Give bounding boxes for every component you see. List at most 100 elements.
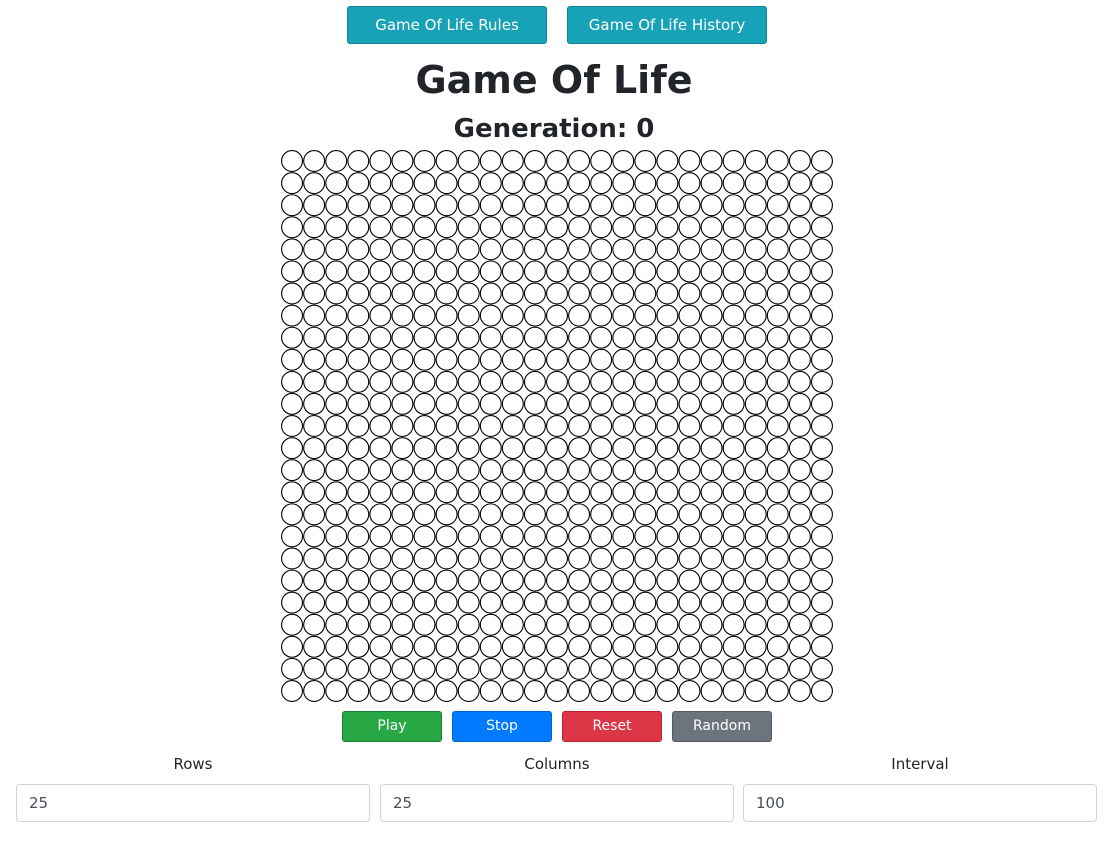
grid-cell[interactable] bbox=[303, 503, 326, 526]
grid-cell[interactable] bbox=[391, 679, 414, 702]
grid-cell[interactable] bbox=[810, 304, 833, 327]
grid-cell[interactable] bbox=[788, 326, 811, 349]
grid-cell[interactable] bbox=[479, 481, 502, 504]
grid-cell[interactable] bbox=[325, 238, 348, 261]
grid-cell[interactable] bbox=[479, 392, 502, 415]
grid-cell[interactable] bbox=[303, 172, 326, 195]
grid-cell[interactable] bbox=[501, 547, 524, 570]
grid-cell[interactable] bbox=[634, 172, 657, 195]
grid-cell[interactable] bbox=[435, 481, 458, 504]
grid-cell[interactable] bbox=[479, 525, 502, 548]
grid-cell[interactable] bbox=[612, 635, 635, 658]
grid-cell[interactable] bbox=[413, 613, 436, 636]
grid-cell[interactable] bbox=[347, 547, 370, 570]
grid-cell[interactable] bbox=[391, 613, 414, 636]
grid-cell[interactable] bbox=[700, 238, 723, 261]
grid-cell[interactable] bbox=[369, 150, 392, 173]
grid-cell[interactable] bbox=[523, 569, 546, 592]
grid-cell[interactable] bbox=[347, 150, 370, 173]
grid-cell[interactable] bbox=[347, 613, 370, 636]
grid-cell[interactable] bbox=[413, 657, 436, 680]
grid-cell[interactable] bbox=[303, 525, 326, 548]
grid-cell[interactable] bbox=[568, 260, 591, 283]
grid-cell[interactable] bbox=[678, 326, 701, 349]
grid-cell[interactable] bbox=[656, 459, 679, 482]
grid-cell[interactable] bbox=[391, 238, 414, 261]
grid-cell[interactable] bbox=[788, 370, 811, 393]
grid-cell[interactable] bbox=[281, 216, 304, 239]
grid-cell[interactable] bbox=[744, 547, 767, 570]
grid-cell[interactable] bbox=[678, 194, 701, 217]
grid-cell[interactable] bbox=[523, 547, 546, 570]
grid-cell[interactable] bbox=[501, 415, 524, 437]
grid-cell[interactable] bbox=[523, 282, 546, 305]
grid-cell[interactable] bbox=[678, 613, 701, 636]
grid-cell[interactable] bbox=[590, 194, 613, 217]
grid-cell[interactable] bbox=[369, 437, 392, 460]
grid-cell[interactable] bbox=[391, 415, 414, 437]
grid-cell[interactable] bbox=[722, 194, 745, 217]
grid-cell[interactable] bbox=[700, 503, 723, 526]
grid-cell[interactable] bbox=[766, 459, 789, 482]
grid-cell[interactable] bbox=[391, 194, 414, 217]
grid-cell[interactable] bbox=[656, 216, 679, 239]
grid-cell[interactable] bbox=[501, 282, 524, 305]
grid-cell[interactable] bbox=[568, 282, 591, 305]
grid-cell[interactable] bbox=[810, 415, 833, 437]
grid-cell[interactable] bbox=[523, 679, 546, 702]
grid-cell[interactable] bbox=[546, 547, 568, 570]
grid-cell[interactable] bbox=[523, 415, 546, 437]
grid-cell[interactable] bbox=[501, 525, 524, 548]
grid-cell[interactable] bbox=[546, 194, 568, 217]
grid-cell[interactable] bbox=[788, 172, 811, 195]
grid-cell[interactable] bbox=[678, 282, 701, 305]
grid-cell[interactable] bbox=[788, 503, 811, 526]
grid-cell[interactable] bbox=[656, 282, 679, 305]
grid-cell[interactable] bbox=[347, 194, 370, 217]
grid-cell[interactable] bbox=[766, 304, 789, 327]
grid-cell[interactable] bbox=[435, 503, 458, 526]
grid-cell[interactable] bbox=[700, 392, 723, 415]
grid-cell[interactable] bbox=[568, 150, 591, 173]
grid-cell[interactable] bbox=[810, 326, 833, 349]
grid-cell[interactable] bbox=[788, 635, 811, 658]
grid-cell[interactable] bbox=[391, 282, 414, 305]
grid-cell[interactable] bbox=[744, 370, 767, 393]
grid-cell[interactable] bbox=[391, 392, 414, 415]
grid-cell[interactable] bbox=[634, 370, 657, 393]
grid-cell[interactable] bbox=[479, 282, 502, 305]
grid-cell[interactable] bbox=[590, 481, 613, 504]
grid-cell[interactable] bbox=[303, 304, 326, 327]
grid-cell[interactable] bbox=[303, 481, 326, 504]
grid-cell[interactable] bbox=[656, 238, 679, 261]
grid-cell[interactable] bbox=[501, 392, 524, 415]
grid-cell[interactable] bbox=[678, 569, 701, 592]
grid-cell[interactable] bbox=[369, 415, 392, 437]
grid-cell[interactable] bbox=[612, 415, 635, 437]
grid-cell[interactable] bbox=[634, 392, 657, 415]
grid-cell[interactable] bbox=[700, 569, 723, 592]
grid-cell[interactable] bbox=[678, 392, 701, 415]
grid-cell[interactable] bbox=[612, 613, 635, 636]
grid-cell[interactable] bbox=[325, 282, 348, 305]
grid-cell[interactable] bbox=[656, 392, 679, 415]
grid-cell[interactable] bbox=[722, 415, 745, 437]
grid-cell[interactable] bbox=[678, 370, 701, 393]
grid-cell[interactable] bbox=[325, 437, 348, 460]
grid-cell[interactable] bbox=[435, 657, 458, 680]
grid-cell[interactable] bbox=[281, 348, 304, 371]
grid-cell[interactable] bbox=[656, 260, 679, 283]
grid-cell[interactable] bbox=[369, 216, 392, 239]
grid-cell[interactable] bbox=[700, 613, 723, 636]
grid-cell[interactable] bbox=[788, 348, 811, 371]
grid-cell[interactable] bbox=[347, 216, 370, 239]
grid-cell[interactable] bbox=[634, 194, 657, 217]
grid-cell[interactable] bbox=[744, 591, 767, 614]
grid-cell[interactable] bbox=[656, 569, 679, 592]
grid-cell[interactable] bbox=[744, 150, 767, 173]
grid-cell[interactable] bbox=[546, 238, 568, 261]
grid-cell[interactable] bbox=[457, 613, 480, 636]
grid-cell[interactable] bbox=[281, 172, 304, 195]
grid-cell[interactable] bbox=[523, 172, 546, 195]
grid-cell[interactable] bbox=[810, 591, 833, 614]
